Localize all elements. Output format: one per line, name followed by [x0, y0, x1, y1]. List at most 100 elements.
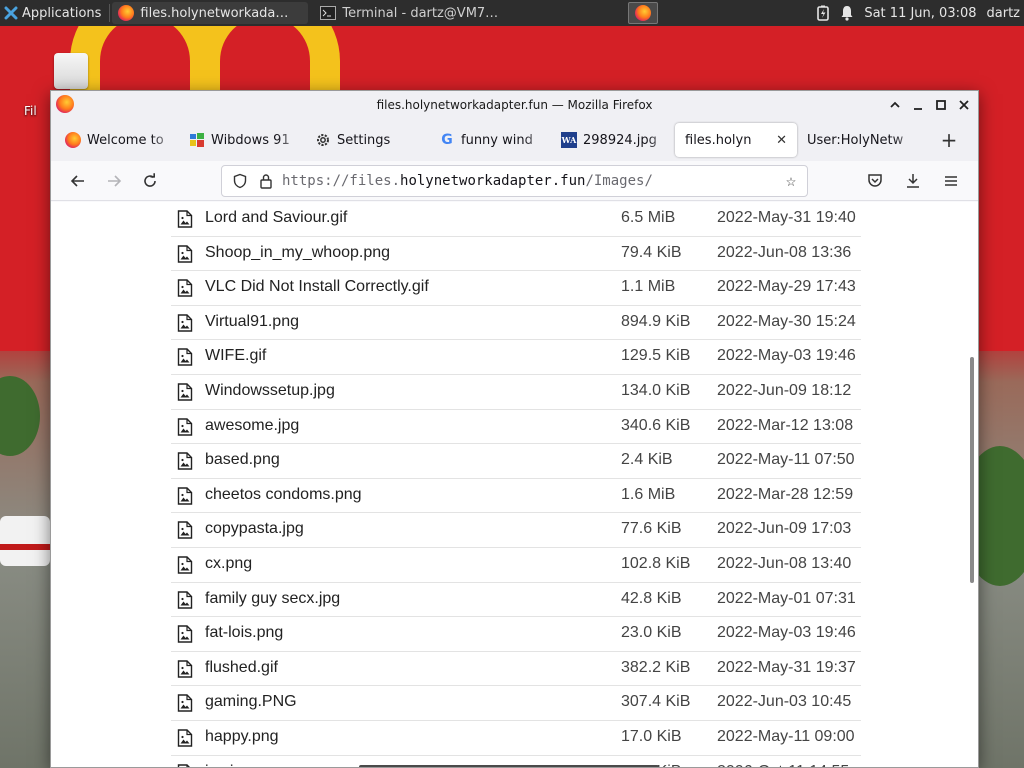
- close-tab-icon[interactable]: ✕: [776, 133, 787, 148]
- reload-button[interactable]: [135, 166, 165, 196]
- url-text[interactable]: https://files.holynetworkadapter.fun/Ima…: [282, 173, 653, 189]
- file-name-link[interactable]: gaming.PNG: [205, 693, 297, 711]
- shield-icon[interactable]: [230, 171, 250, 191]
- file-name-link[interactable]: VLC Did Not Install Correctly.gif: [205, 278, 429, 296]
- file-row[interactable]: fat-lois.png 23.0 KiB 2022-May-03 19:46: [171, 617, 861, 652]
- file-name-link[interactable]: ico.ico: [205, 763, 250, 768]
- taskbar-item-firefox[interactable]: files.holynetworkada…: [112, 2, 309, 24]
- chevron-up-icon[interactable]: [886, 97, 903, 114]
- maximize-button[interactable]: [932, 97, 949, 114]
- file-name-link[interactable]: copypasta.jpg: [205, 520, 304, 538]
- tab-files-selected[interactable]: files.holyn ✕: [675, 123, 797, 157]
- file-size: 6.5 MiB: [621, 209, 676, 226]
- battery-icon[interactable]: [816, 5, 830, 21]
- file-date: 2006-Oct-11 14:55: [717, 763, 849, 768]
- wallpaper-tree: [0, 376, 40, 456]
- forward-button[interactable]: [99, 166, 129, 196]
- file-size: 23.0 KiB: [621, 624, 682, 642]
- desktop-file-icon[interactable]: [54, 53, 88, 89]
- file-name-link[interactable]: awesome.jpg: [205, 417, 299, 435]
- file-date: 2022-May-03 19:46: [717, 624, 856, 642]
- file-row[interactable]: Shoop_in_my_whoop.png 79.4 KiB 2022-Jun-08…: [171, 237, 861, 272]
- file-name-link[interactable]: Shoop_in_my_whoop.png: [205, 244, 390, 262]
- file-name-link[interactable]: cheetos condoms.png: [205, 486, 362, 504]
- window-title: files.holynetworkadapter.fun — Mozilla F…: [376, 98, 653, 112]
- file-row[interactable]: WIFE.gif 129.5 KiB 2022-May-03 19:46: [171, 340, 861, 375]
- terminal-icon: [320, 6, 337, 20]
- image-file-icon: [177, 521, 193, 540]
- tab-image[interactable]: WA 298924.jpg: [551, 123, 675, 157]
- panel-user[interactable]: dartz: [987, 6, 1020, 21]
- image-file-icon: [177, 452, 193, 470]
- bookmark-star-icon[interactable]: ☆: [781, 171, 801, 191]
- toolbar-right: [860, 166, 966, 196]
- tab-funny-windows[interactable]: G funny wind: [429, 123, 551, 157]
- back-button[interactable]: [63, 166, 93, 196]
- downloads-icon[interactable]: [898, 166, 928, 196]
- google-icon: G: [441, 132, 453, 148]
- file-name-link[interactable]: based.png: [205, 451, 280, 469]
- new-tab-button[interactable]: +: [934, 123, 964, 157]
- tab-user-holynetw[interactable]: User:HolyNetw: [797, 123, 921, 157]
- tab-label: files.holyn: [685, 132, 752, 148]
- file-size: 894.9 KiB: [621, 312, 691, 330]
- file-size: 129.5 KiB: [621, 347, 691, 365]
- file-size: 134.0 KiB: [621, 381, 691, 399]
- window-titlebar[interactable]: files.holynetworkadapter.fun — Mozilla F…: [51, 91, 978, 119]
- file-row[interactable]: Lord and Saviour.gif 6.5 MiB 2022-May-31 1…: [171, 202, 861, 237]
- file-name-link[interactable]: flushed.gif: [205, 659, 278, 677]
- file-date: 2022-Jun-08 13:36: [717, 243, 852, 261]
- file-row[interactable]: family guy secx.jpg 42.8 KiB 2022-May-01 0…: [171, 583, 861, 618]
- file-name-link[interactable]: happy.png: [205, 728, 279, 746]
- file-row[interactable]: cx.png 102.8 KiB 2022-Jun-08 13:40: [171, 548, 861, 583]
- file-name-link[interactable]: cx.png: [205, 555, 252, 573]
- file-date: 2022-May-31 19:40: [717, 209, 856, 226]
- desktop-icon-label[interactable]: Fil: [24, 104, 37, 118]
- applications-label: Applications: [22, 5, 102, 21]
- file-row[interactable]: based.png 2.4 KiB 2022-May-11 07:50: [171, 444, 861, 479]
- image-file-icon: [177, 590, 193, 609]
- file-name-link[interactable]: Windowssetup.jpg: [205, 382, 335, 400]
- image-file-icon: [177, 729, 193, 747]
- tab-label: Welcome to: [87, 132, 164, 148]
- file-row[interactable]: VLC Did Not Install Correctly.gif 1.1 MiB…: [171, 271, 861, 306]
- file-row[interactable]: cheetos condoms.png 1.6 MiB 2022-Mar-28 12…: [171, 479, 861, 514]
- file-row[interactable]: gaming.PNG 307.4 KiB 2022-Jun-03 10:45: [171, 686, 861, 721]
- file-row[interactable]: awesome.jpg 340.6 KiB 2022-Mar-12 13:08: [171, 410, 861, 445]
- file-size: 77.6 KiB: [621, 520, 682, 538]
- file-name-link[interactable]: fat-lois.png: [205, 624, 283, 642]
- file-name-link[interactable]: Virtual91.png: [205, 313, 299, 331]
- taskbar-item-label: files.holynetworkada…: [140, 5, 289, 21]
- address-bar[interactable]: https://files.holynetworkadapter.fun/Ima…: [221, 165, 808, 197]
- hamburger-menu-icon[interactable]: [936, 166, 966, 196]
- applications-menu[interactable]: Applications: [0, 0, 107, 26]
- file-name-link[interactable]: Lord and Saviour.gif: [205, 209, 347, 227]
- close-window-button[interactable]: [955, 97, 972, 114]
- file-date: 2022-May-31 19:37: [717, 658, 856, 676]
- taskbar-item-terminal[interactable]: Terminal - dartz@VM7…: [314, 2, 510, 24]
- minimize-button[interactable]: [909, 97, 926, 114]
- file-name-link[interactable]: WIFE.gif: [205, 347, 266, 365]
- tab-settings[interactable]: Settings: [305, 123, 429, 157]
- file-date: 2022-Jun-08 13:40: [717, 554, 852, 572]
- file-row[interactable]: flushed.gif 382.2 KiB 2022-May-31 19:37: [171, 652, 861, 687]
- workspace-switcher[interactable]: [628, 2, 658, 24]
- notification-bell-icon[interactable]: [840, 5, 854, 21]
- file-row[interactable]: Virtual91.png 894.9 KiB 2022-May-30 15:24: [171, 306, 861, 341]
- tab-welcome[interactable]: Welcome to: [55, 123, 179, 157]
- file-row[interactable]: Windowssetup.jpg 134.0 KiB 2022-Jun-09 18:…: [171, 375, 861, 410]
- tab-wibdows[interactable]: Wibdows 91: [179, 123, 305, 157]
- pocket-icon[interactable]: [860, 166, 890, 196]
- file-row[interactable]: copypasta.jpg 77.6 KiB 2022-Jun-09 17:03: [171, 513, 861, 548]
- lock-icon[interactable]: [256, 171, 276, 191]
- file-row[interactable]: happy.png 17.0 KiB 2022-May-11 09:00: [171, 721, 861, 756]
- file-size: 2.4 KiB: [621, 451, 673, 469]
- file-name-link[interactable]: family guy secx.jpg: [205, 590, 340, 608]
- image-file-icon: [177, 660, 193, 678]
- vertical-scrollbar[interactable]: [970, 357, 974, 583]
- file-size: 307.4 KiB: [621, 693, 691, 711]
- nav-buttons: [63, 166, 165, 196]
- file-size: 42.8 KiB: [621, 589, 682, 607]
- panel-clock[interactable]: Sat 11 Jun, 03:08: [864, 6, 976, 21]
- file-size: 79.4 KiB: [621, 243, 682, 261]
